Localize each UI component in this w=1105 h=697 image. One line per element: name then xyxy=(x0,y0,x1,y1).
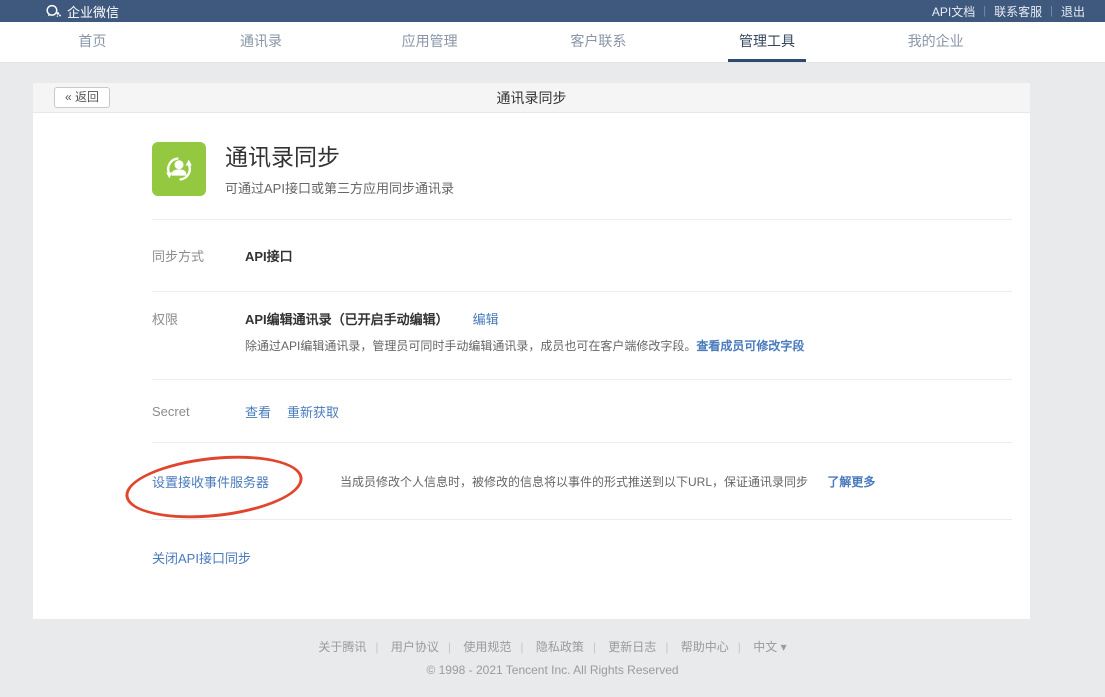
permission-edit-link[interactable]: 编辑 xyxy=(473,309,499,328)
separator: | xyxy=(593,640,596,654)
back-button[interactable]: « 返回 xyxy=(54,87,110,108)
brand-name: 企业微信 xyxy=(67,2,119,21)
topbar-links: API文档 | 联系客服 | 退出 xyxy=(924,3,1093,20)
language-selector[interactable]: 中文 ▾ xyxy=(744,640,795,654)
separator: | xyxy=(448,640,451,654)
copyright: © 1998 - 2021 Tencent Inc. All Rights Re… xyxy=(0,663,1105,677)
view-editable-fields-link[interactable]: 查看成员可修改字段 xyxy=(696,339,804,353)
topbar-link-logout[interactable]: 退出 xyxy=(1053,3,1093,20)
permission-description-text: 除通过API编辑通讯录，管理员可同时手动编辑通讯录，成员也可在客户端修改字段。 xyxy=(245,339,696,353)
footer-link-help-center[interactable]: 帮助中心 xyxy=(672,640,738,654)
sync-method-label: 同步方式 xyxy=(152,246,245,265)
footer-links: 关于腾讯| 用户协议| 使用规范| 隐私政策| 更新日志| 帮助中心| 中文 ▾ xyxy=(0,638,1105,655)
card-body: 通讯录同步 可通过API接口或第三方应用同步通讯录 同步方式 API接口 权限 … xyxy=(33,113,1030,619)
footer-link-usage-rules[interactable]: 使用规范 xyxy=(454,640,520,654)
brand-logo[interactable]: 企业微信 xyxy=(45,2,119,21)
topbar-link-api-docs[interactable]: API文档 xyxy=(924,3,983,20)
secret-view-link[interactable]: 查看 xyxy=(245,402,271,421)
page-content: « 返回 通讯录同步 xyxy=(0,63,1105,619)
main-nav: 首页 通讯录 应用管理 客户联系 管理工具 我的企业 xyxy=(0,22,1105,63)
event-server-description: 当成员修改个人信息时，被修改的信息将以事件的形式推送到以下URL，保证通讯录同步… xyxy=(340,473,875,490)
separator: | xyxy=(520,640,523,654)
footer-link-privacy-policy[interactable]: 隐私政策 xyxy=(527,640,593,654)
secret-label: Secret xyxy=(152,404,245,419)
footer-link-user-agreement[interactable]: 用户协议 xyxy=(382,640,448,654)
row-event-server: 设置接收事件服务器 当成员修改个人信息时，被修改的信息将以事件的形式推送到以下U… xyxy=(152,443,1012,520)
sync-method-value: API接口 xyxy=(245,246,293,265)
footer-link-about-tencent[interactable]: 关于腾讯 xyxy=(309,640,375,654)
event-server-description-text: 当成员修改个人信息时，被修改的信息将以事件的形式推送到以下URL，保证通讯录同步 xyxy=(340,475,808,489)
app-header: 通讯录同步 可通过API接口或第三方应用同步通讯录 xyxy=(152,113,1012,220)
set-event-server-link[interactable]: 设置接收事件服务器 xyxy=(152,472,340,491)
separator: | xyxy=(375,640,378,654)
tab-admin-tools[interactable]: 管理工具 xyxy=(683,22,852,62)
permission-description: 除通过API编辑通讯录，管理员可同时手动编辑通讯录，成员也可在客户端修改字段。查… xyxy=(245,337,1012,354)
topbar: 企业微信 API文档 | 联系客服 | 退出 xyxy=(0,0,1105,22)
tab-app-management[interactable]: 应用管理 xyxy=(345,22,514,62)
wechat-work-bubble-icon xyxy=(45,4,62,19)
footer-link-changelog[interactable]: 更新日志 xyxy=(599,640,665,654)
app-subtitle: 可通过API接口或第三方应用同步通讯录 xyxy=(225,178,454,197)
separator: | xyxy=(738,640,741,654)
separator: | xyxy=(665,640,668,654)
topbar-link-support[interactable]: 联系客服 xyxy=(986,3,1050,20)
tab-customer-contact[interactable]: 客户联系 xyxy=(514,22,683,62)
permission-value: API编辑通讯录（已开启手动编辑） xyxy=(245,309,449,328)
page-title: 通讯录同步 xyxy=(497,88,567,108)
tab-home[interactable]: 首页 xyxy=(8,22,177,62)
tab-my-company[interactable]: 我的企业 xyxy=(851,22,1020,62)
person-sync-icon xyxy=(152,142,206,196)
nav-tabs: 首页 通讯录 应用管理 客户联系 管理工具 我的企业 xyxy=(8,22,1020,62)
permission-label: 权限 xyxy=(152,309,245,328)
learn-more-link[interactable]: 了解更多 xyxy=(827,475,875,489)
card-header: « 返回 通讯录同步 xyxy=(33,83,1030,113)
row-permission: 权限 API编辑通讯录（已开启手动编辑） 编辑 除通过API编辑通讯录，管理员可… xyxy=(152,292,1012,380)
footer: 关于腾讯| 用户协议| 使用规范| 隐私政策| 更新日志| 帮助中心| 中文 ▾… xyxy=(0,638,1105,677)
row-close-sync: 关闭API接口同步 xyxy=(152,520,1012,619)
app-title: 通讯录同步 xyxy=(225,143,454,171)
contact-sync-card: « 返回 通讯录同步 xyxy=(33,83,1030,619)
secret-refresh-link[interactable]: 重新获取 xyxy=(287,402,339,421)
tab-contacts[interactable]: 通讯录 xyxy=(177,22,346,62)
close-api-sync-link[interactable]: 关闭API接口同步 xyxy=(152,551,251,566)
row-sync-method: 同步方式 API接口 xyxy=(152,220,1012,292)
app-text: 通讯录同步 可通过API接口或第三方应用同步通讯录 xyxy=(225,142,454,219)
row-secret: Secret 查看 重新获取 xyxy=(152,380,1012,443)
